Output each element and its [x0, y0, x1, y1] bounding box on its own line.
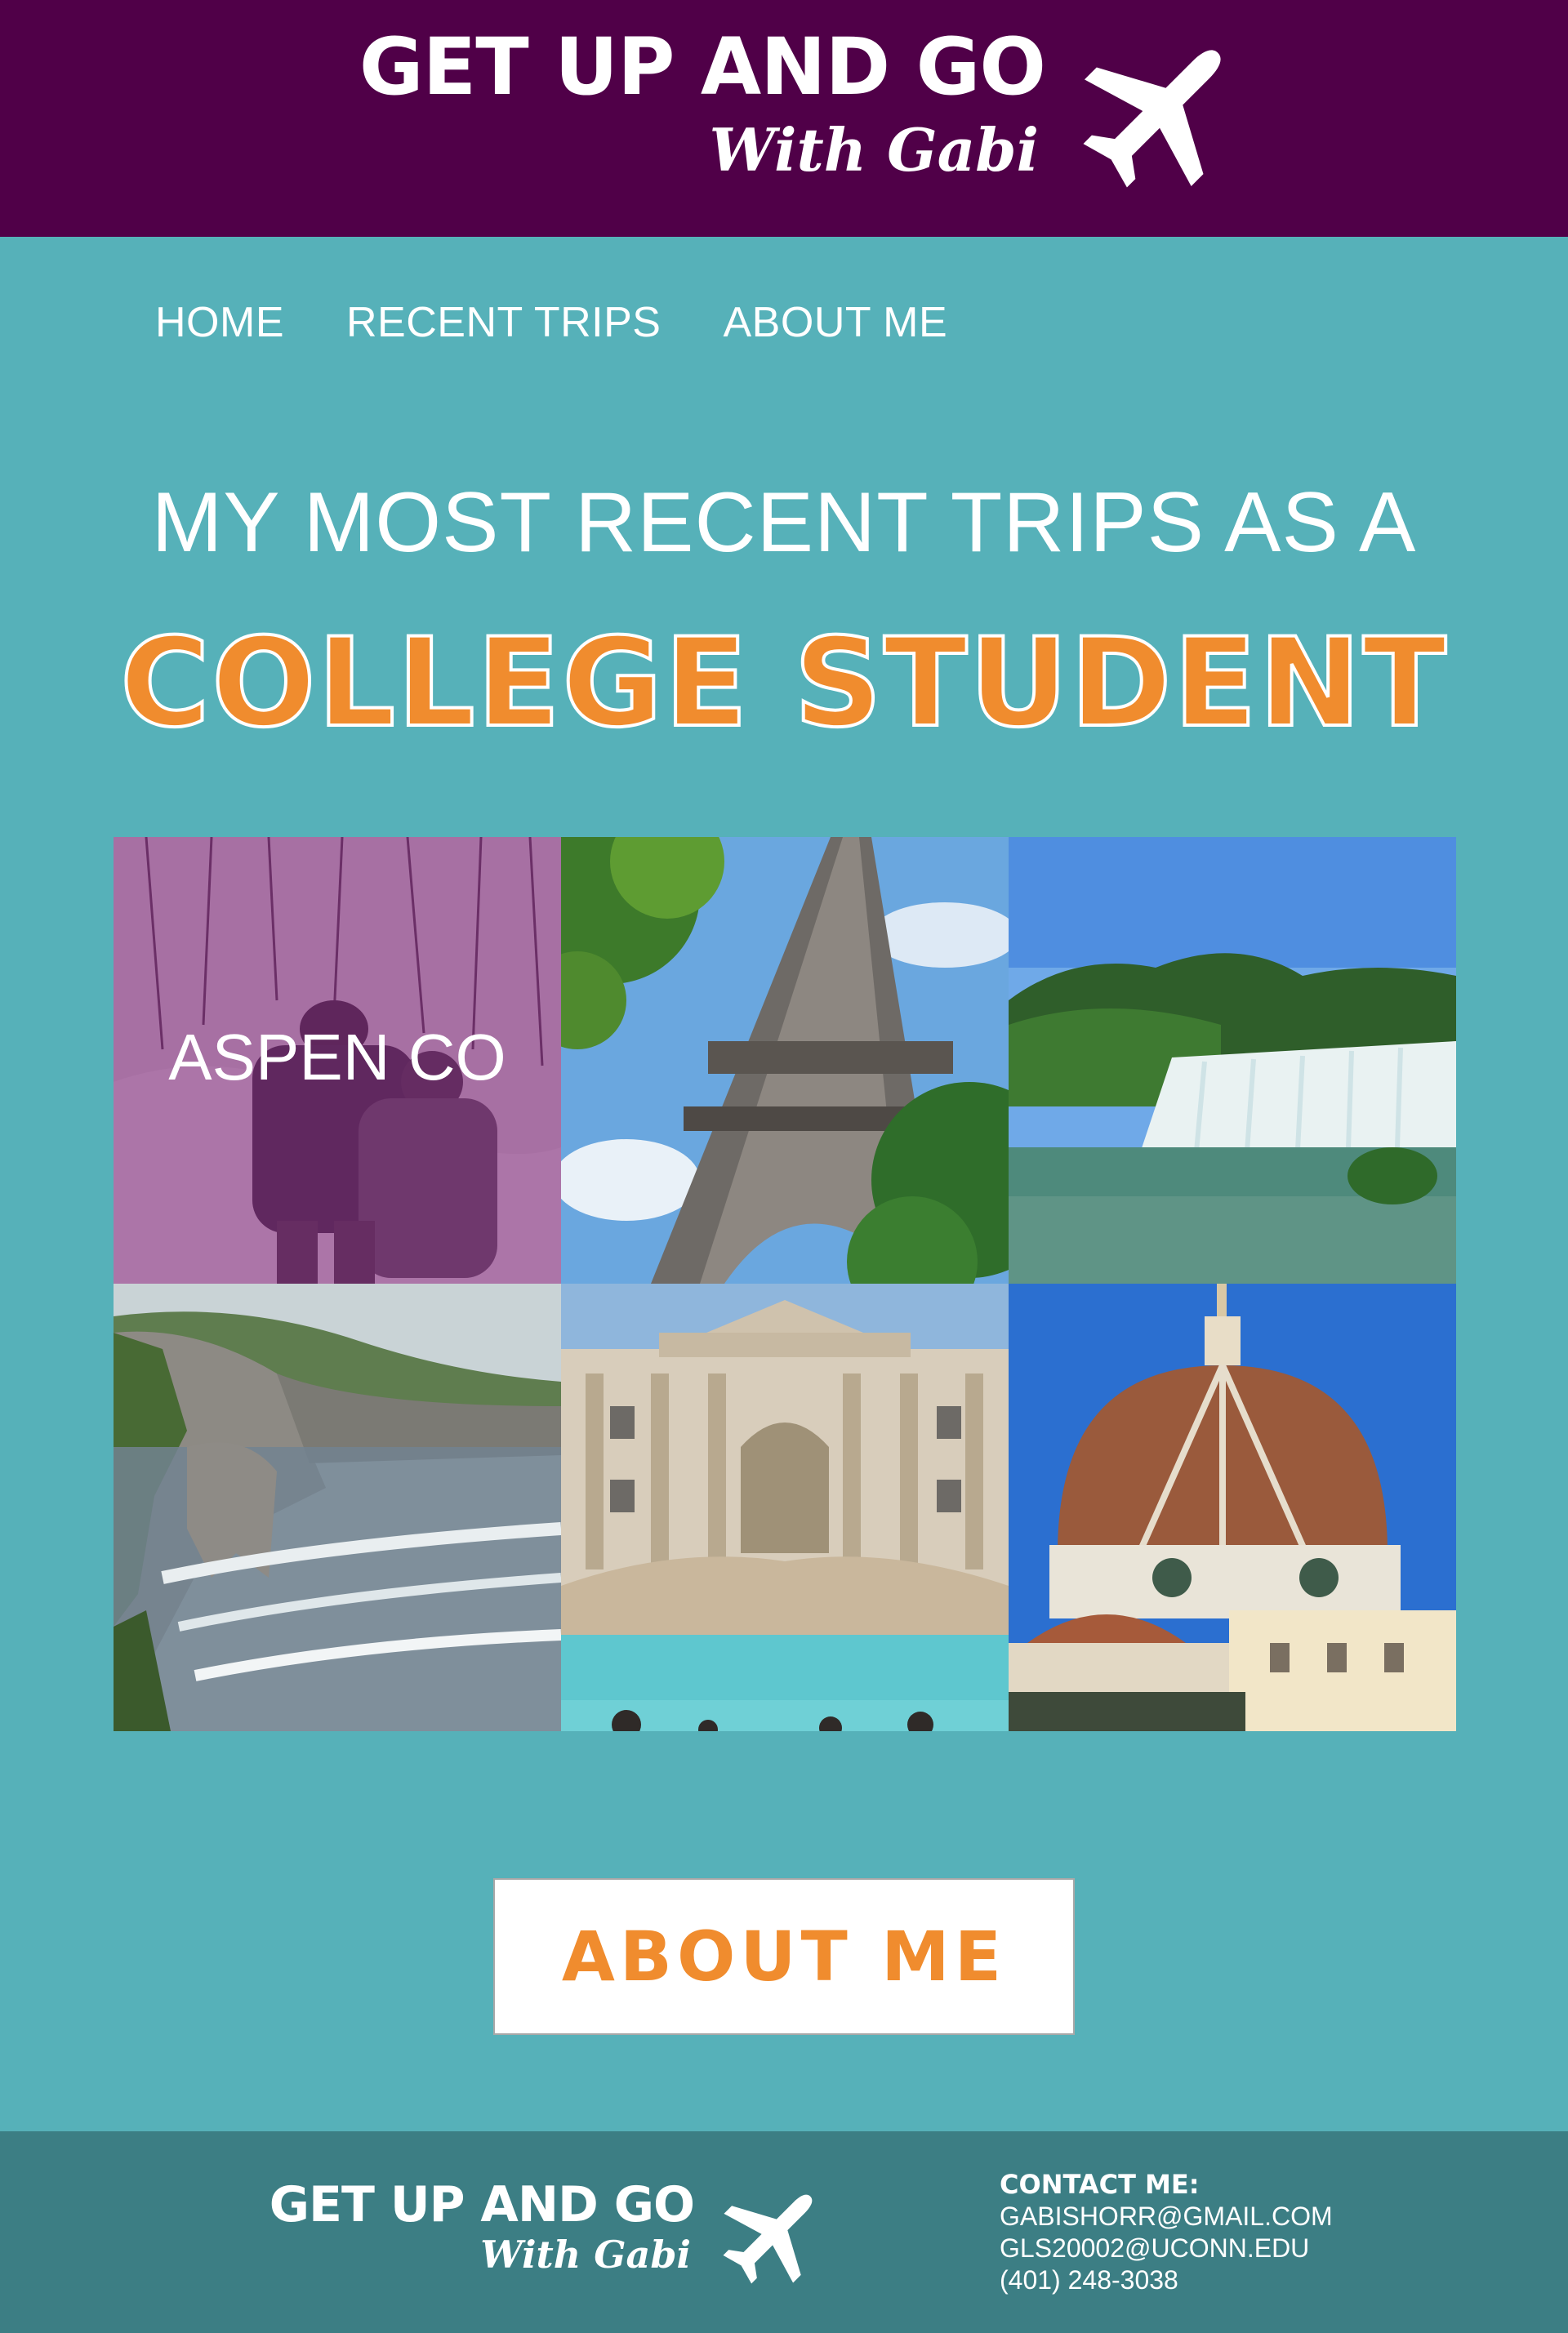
contact-email-gmail[interactable]: GABISHORR@GMAIL.COM: [1000, 2201, 1490, 2233]
gallery-tile-rome[interactable]: [561, 1284, 1009, 1731]
eiffel-tower-photo: [561, 837, 1009, 1284]
airplane-icon: [723, 2194, 813, 2284]
contact-heading: CONTACT ME:: [1000, 2169, 1200, 2200]
footer-logo-title: GET UP AND GO: [269, 2176, 695, 2233]
tile-label: ASPEN CO: [168, 1021, 506, 1093]
main-nav: HOME RECENT TRIPS ABOUT ME: [155, 298, 947, 347]
waterfall-photo: [1009, 837, 1456, 1284]
contact-info: CONTACT ME: GABISHORR@GMAIL.COM GLS20002…: [1000, 2168, 1490, 2296]
footer-logo[interactable]: GET UP AND GO With Gabi: [220, 2176, 695, 2277]
logo-title: GET UP AND GO: [359, 21, 1046, 113]
nav-item-recent-trips[interactable]: RECENT TRIPS: [346, 298, 662, 347]
gallery-tile-cliffs[interactable]: [114, 1284, 561, 1731]
airplane-icon: [1083, 50, 1221, 188]
footer-logo-subtitle: With Gabi: [480, 2233, 691, 2277]
nav-item-home[interactable]: HOME: [155, 298, 284, 347]
gallery-tile-paris[interactable]: [561, 837, 1009, 1284]
logo-subtitle: With Gabi: [709, 115, 1039, 185]
page-headline-emphasis: COLLEGE STUDENT: [118, 612, 1449, 755]
gallery-tile-aspen[interactable]: ASPEN CO: [114, 837, 561, 1284]
trevi-fountain-photo: [561, 1284, 1009, 1731]
gallery-tile-waterfall[interactable]: [1009, 837, 1456, 1284]
site-header: GET UP AND GO With Gabi: [0, 0, 1568, 237]
page-headline: MY MOST RECENT TRIPS AS A: [151, 475, 1417, 570]
contact-phone[interactable]: (401) 248-3038: [1000, 2264, 1490, 2296]
trip-gallery: ASPEN CO: [114, 837, 1456, 1731]
nav-item-about-me[interactable]: ABOUT ME: [724, 298, 948, 347]
contact-email-uconn[interactable]: GLS20002@UCONN.EDU: [1000, 2233, 1490, 2264]
florence-duomo-photo: [1009, 1284, 1456, 1731]
sea-cliffs-photo: [114, 1284, 561, 1731]
site-logo[interactable]: GET UP AND GO With Gabi: [323, 21, 1046, 185]
site-footer: GET UP AND GO With Gabi CONTACT ME: GABI…: [0, 2131, 1568, 2333]
about-me-button[interactable]: ABOUT ME: [493, 1878, 1075, 2035]
gallery-tile-florence[interactable]: [1009, 1284, 1456, 1731]
